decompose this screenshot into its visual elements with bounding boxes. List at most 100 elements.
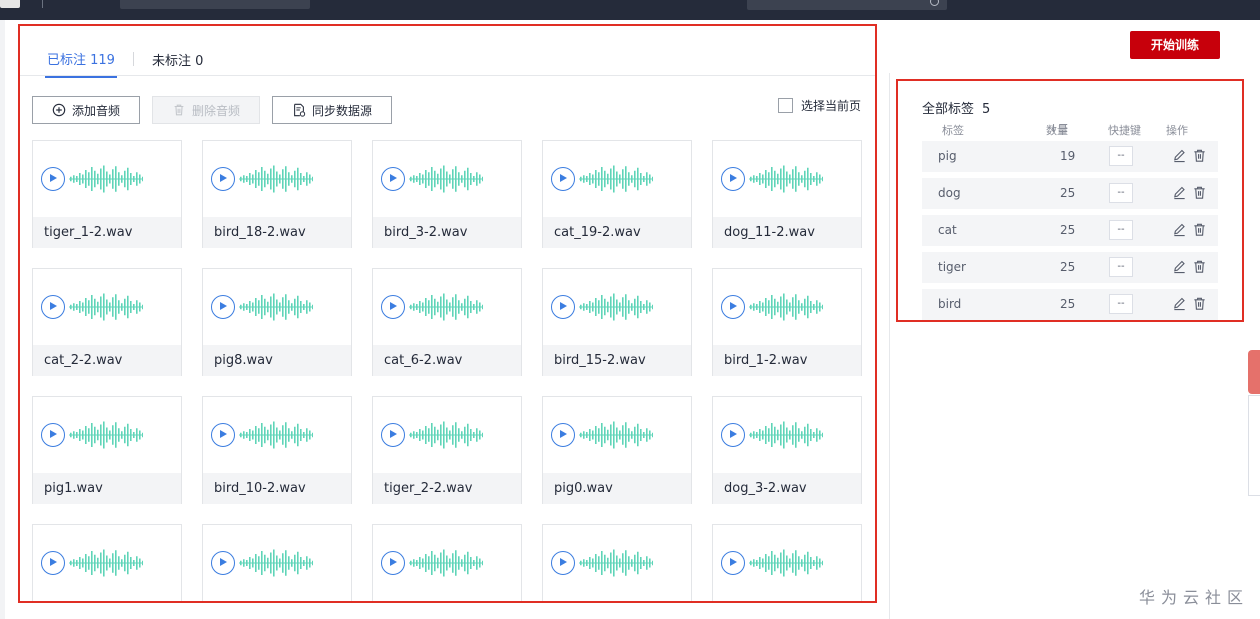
waveform-icon (239, 421, 313, 449)
play-icon[interactable] (41, 423, 65, 447)
play-icon[interactable] (211, 167, 235, 191)
delete-icon[interactable] (1192, 222, 1207, 237)
audio-card[interactable]: bird_3-2.wav (372, 140, 522, 248)
row-actions (1172, 148, 1207, 163)
play-icon[interactable] (41, 295, 65, 319)
edit-icon[interactable] (1172, 148, 1187, 163)
audio-preview (33, 269, 181, 345)
edit-icon[interactable] (1172, 259, 1187, 274)
plus-circle-icon (52, 103, 66, 117)
delete-icon[interactable] (1192, 148, 1207, 163)
play-icon[interactable] (381, 295, 405, 319)
logo[interactable] (0, 0, 20, 8)
tab-labeled[interactable]: 已标注 119 (45, 49, 117, 78)
audio-preview (203, 397, 351, 473)
global-search-input[interactable] (747, 0, 947, 10)
audio-card[interactable]: bird_14-2.wav (32, 524, 182, 601)
audio-card[interactable]: bird_18-2.wav (202, 140, 352, 248)
audio-card[interactable]: bird_15-2.wav (542, 268, 692, 376)
audio-toolbar: 添加音频 删除音频 同步数据源 (32, 96, 393, 124)
play-icon[interactable] (551, 167, 575, 191)
edit-icon[interactable] (1172, 222, 1187, 237)
play-icon[interactable] (41, 167, 65, 191)
side-float-toolbar[interactable] (1248, 395, 1260, 496)
edit-icon[interactable] (1172, 296, 1187, 311)
play-icon[interactable] (381, 551, 405, 575)
play-icon[interactable] (211, 295, 235, 319)
delete-audio-button[interactable]: 删除音频 (152, 96, 261, 124)
waveform-icon (579, 165, 653, 193)
audio-card[interactable]: cat_2-2.wav (32, 268, 182, 376)
audio-card[interactable]: dog_11-2.wav (712, 140, 862, 248)
audio-card[interactable]: pig1.wav (32, 396, 182, 504)
audio-card[interactable]: tiger_8-2.wav (542, 524, 692, 603)
audio-card[interactable]: pig0.wav (542, 396, 692, 504)
row-actions (1172, 296, 1207, 311)
audio-card[interactable]: dog_24-2.wav (712, 524, 862, 603)
audio-card[interactable]: cat_6-2.wav (372, 268, 522, 376)
shortcut-input[interactable]: -- (1109, 220, 1133, 240)
audio-preview (713, 269, 861, 345)
waveform-icon (69, 165, 143, 193)
top-nav-bar (0, 0, 1260, 20)
play-icon[interactable] (551, 551, 575, 575)
add-audio-button[interactable]: 添加音频 (32, 96, 141, 124)
select-current-page[interactable]: 选择当前页 (777, 97, 861, 114)
start-training-button[interactable]: 开始训练 (1130, 31, 1220, 59)
audio-card[interactable]: pig8.wav (202, 268, 352, 376)
play-icon[interactable] (551, 295, 575, 319)
audio-card[interactable]: pig17.wav (202, 524, 352, 601)
play-icon[interactable] (211, 551, 235, 575)
sort-icon[interactable]: ↓☰ (1049, 122, 1068, 135)
audio-preview (543, 397, 691, 473)
label-name: pig (938, 149, 957, 163)
sync-datasource-button[interactable]: 同步数据源 (272, 96, 393, 124)
play-icon[interactable] (721, 295, 745, 319)
watermark: 华为云社区 (1139, 588, 1250, 607)
waveform-icon (749, 421, 823, 449)
delete-icon[interactable] (1192, 259, 1207, 274)
label-count-value: 25 (1060, 223, 1076, 237)
select-page-checkbox[interactable] (777, 98, 793, 113)
shortcut-input[interactable]: -- (1109, 257, 1133, 277)
play-icon[interactable] (41, 551, 65, 575)
delete-icon[interactable] (1192, 296, 1207, 311)
shortcut-input[interactable]: -- (1109, 146, 1133, 166)
tab-separator (132, 52, 134, 66)
play-icon[interactable] (721, 167, 745, 191)
region-select[interactable] (120, 0, 310, 9)
side-float-tab[interactable] (1248, 350, 1260, 394)
header-label: 标签 (942, 124, 964, 137)
play-icon[interactable] (381, 423, 405, 447)
audio-card[interactable]: dog_3-2.wav (712, 396, 862, 504)
play-icon[interactable] (551, 423, 575, 447)
audio-file-name: tiger_8-2.wav (543, 601, 691, 603)
label-row: dog 25 -- (922, 178, 1218, 209)
edit-icon[interactable] (1172, 185, 1187, 200)
label-name: bird (938, 297, 962, 311)
waveform-icon (239, 293, 313, 321)
audio-card[interactable]: cat_8-2.wav (372, 524, 522, 601)
label-count-value: 25 (1060, 297, 1076, 311)
audio-card[interactable]: bird_1-2.wav (712, 268, 862, 376)
audio-card[interactable]: tiger_1-2.wav (32, 140, 182, 248)
play-icon[interactable] (721, 423, 745, 447)
label-row: pig 19 -- (922, 141, 1218, 172)
audio-card[interactable]: cat_19-2.wav (542, 140, 692, 248)
shortcut-input[interactable]: -- (1109, 183, 1133, 203)
play-icon[interactable] (721, 551, 745, 575)
audio-preview (373, 269, 521, 345)
tab-unlabeled[interactable]: 未标注 0 (150, 50, 205, 77)
waveform-icon (239, 165, 313, 193)
audio-file-name: bird_18-2.wav (203, 217, 351, 248)
audio-file-name: cat_2-2.wav (33, 345, 181, 376)
shortcut-input[interactable]: -- (1109, 294, 1133, 314)
audio-file-name: dog_24-2.wav (713, 601, 861, 603)
play-icon[interactable] (211, 423, 235, 447)
delete-icon[interactable] (1192, 185, 1207, 200)
header-shortcut: 快捷键 (1108, 124, 1141, 137)
audio-card[interactable]: tiger_2-2.wav (372, 396, 522, 504)
waveform-icon (409, 549, 483, 577)
play-icon[interactable] (381, 167, 405, 191)
audio-card[interactable]: bird_10-2.wav (202, 396, 352, 504)
